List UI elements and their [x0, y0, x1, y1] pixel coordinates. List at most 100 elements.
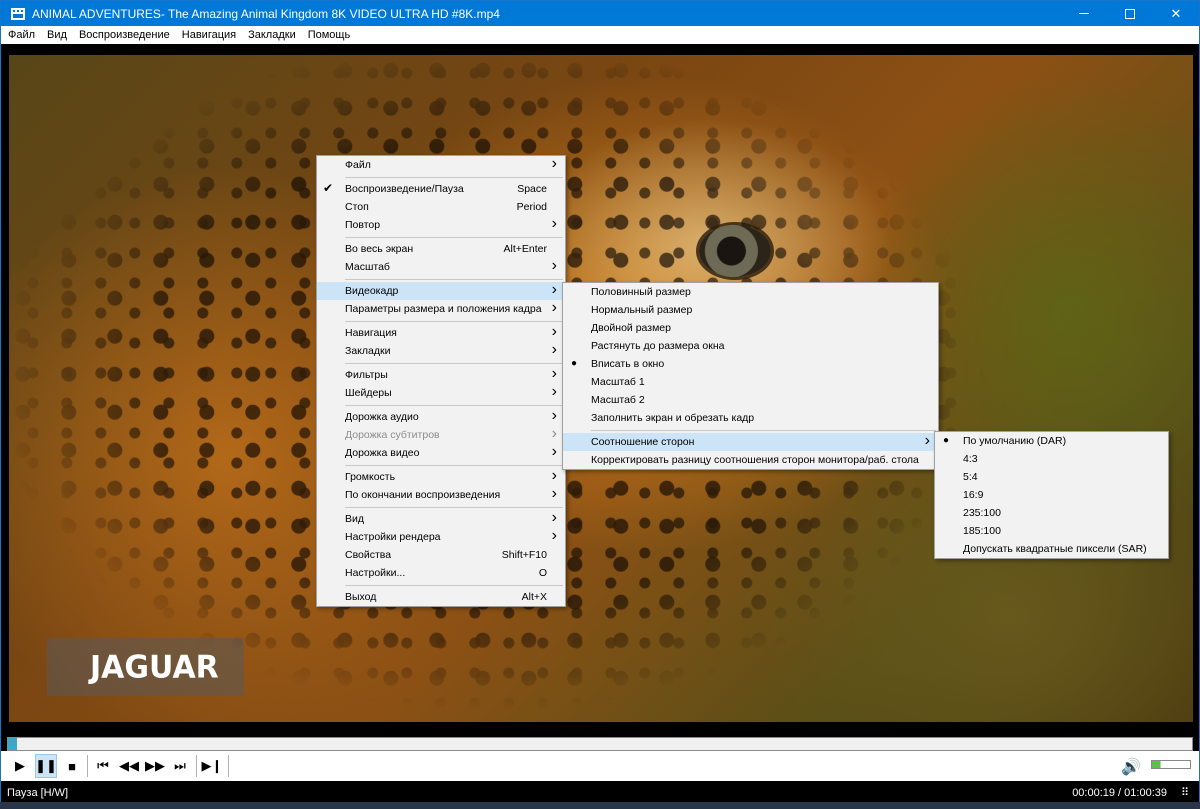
close-icon: ✕ [1170, 5, 1182, 21]
main-menu-item-30[interactable]: Выход Alt+X [317, 588, 565, 606]
aspect-menu-item-0[interactable]: ● По умолчанию (DAR) [935, 432, 1168, 450]
checkmark-icon: ✔ [323, 181, 334, 195]
main-menu-item-20[interactable]: Дорожка видео › [317, 443, 565, 462]
main-menu-item-6[interactable]: Во весь экран Alt+Enter [317, 240, 565, 258]
aspect-menu-item-3[interactable]: 16:9 [935, 486, 1168, 504]
menu-1[interactable]: Вид [47, 29, 73, 41]
menu-item-label: Свойства [345, 549, 392, 561]
main-menu-item-22[interactable]: Громкость › [317, 467, 565, 486]
menu-item-label: Масштаб 1 [591, 376, 645, 388]
main-menu-item-15[interactable]: Фильтры › [317, 365, 565, 384]
maximize-button[interactable] [1107, 1, 1153, 26]
main-menu-item-4[interactable]: Повтор › [317, 215, 565, 234]
menu-0[interactable]: Файл [8, 29, 41, 41]
clapperboard-icon [11, 7, 25, 20]
separator [87, 755, 88, 777]
menu-item-shortcut: Alt+X [521, 591, 547, 603]
close-button[interactable]: ✕ [1153, 1, 1199, 26]
menu-item-shortcut: Period [516, 201, 547, 213]
aspect-menu-item-4[interactable]: 235:100 [935, 504, 1168, 522]
menu-4[interactable]: Закладки [248, 29, 302, 41]
resize-grip-icon[interactable]: ⠿ [1181, 786, 1189, 799]
chevron-right-icon: › [551, 383, 557, 400]
main-menu-item-19: Дорожка субтитров › [317, 425, 565, 444]
volume-slider[interactable] [1151, 760, 1191, 769]
seek-bar[interactable] [7, 737, 1193, 751]
menu-item-label: Дорожка субтитров [345, 429, 440, 441]
menu-item-label: Закладки [345, 345, 391, 357]
main-menu-item-12[interactable]: Навигация › [317, 323, 565, 342]
menu-item-label: Вид [345, 513, 364, 525]
video-menu-item-9[interactable]: Соотношение сторон › [563, 432, 938, 451]
video-menu-item-7[interactable]: Заполнить экран и обрезать кадр [563, 409, 938, 427]
video-menu-item-5[interactable]: Масштаб 1 [563, 373, 938, 391]
chevron-right-icon: › [551, 485, 557, 502]
menu-item-label: 235:100 [963, 507, 1001, 519]
main-menu-item-3[interactable]: Стоп Period [317, 198, 565, 216]
menu-item-label: Масштаб 2 [591, 394, 645, 406]
menu-bar: Файл Вид Воспроизведение Навигация Закладки П… [1, 26, 1199, 44]
main-menu-item-23[interactable]: По окончании воспроизведения › [317, 485, 565, 504]
chevron-right-icon: › [551, 215, 557, 232]
previous-button[interactable]: ⏮ [92, 754, 114, 778]
menu-item-label: Шейдеры [345, 387, 392, 399]
aspect-menu-item-6[interactable]: Допускать квадратные пиксели (SAR) [935, 540, 1168, 558]
menu-3[interactable]: Навигация [182, 29, 242, 41]
stop-button[interactable]: ■ [61, 754, 83, 778]
main-menu-item-16[interactable]: Шейдеры › [317, 383, 565, 402]
menu-item-label: По умолчанию (DAR) [963, 435, 1067, 447]
speaker-icon[interactable]: 🔊 [1121, 757, 1141, 777]
aspect-menu-item-5[interactable]: 185:100 [935, 522, 1168, 540]
frame-step-button[interactable]: ▶❙ [201, 754, 223, 778]
menu-item-label: Масштаб [345, 261, 390, 273]
video-menu-item-0[interactable]: Половинный размер [563, 283, 938, 301]
pause-icon: ❚❚ [35, 758, 57, 773]
main-menu-item-10[interactable]: Параметры размера и положения кадра › [317, 299, 565, 318]
menu-item-label: Параметры размера и положения кадра [345, 303, 542, 315]
menu-5[interactable]: Помощь [308, 29, 357, 41]
stop-icon: ■ [68, 758, 76, 774]
aspect-menu-item-1[interactable]: 4:3 [935, 450, 1168, 468]
menu-item-label: Дорожка видео [345, 447, 420, 459]
aspect-menu-item-2[interactable]: 5:4 [935, 468, 1168, 486]
rewind-button[interactable]: ◀◀ [118, 754, 140, 778]
menu-item-label: Соотношение сторон [591, 436, 695, 448]
menu-item-label: Заполнить экран и обрезать кадр [591, 412, 755, 424]
video-menu-item-2[interactable]: Двойной размер [563, 319, 938, 337]
aspect-ratio-submenu: ● По умолчанию (DAR) 4:3 5:4 16:9 235:100 185:… [934, 431, 1169, 559]
main-menu-item-13[interactable]: Закладки › [317, 341, 565, 360]
menu-item-label: 185:100 [963, 525, 1001, 537]
main-menu-item-28[interactable]: Настройки... O [317, 564, 565, 582]
menu-item-label: Дорожка аудио [345, 411, 419, 423]
status-bar: Пауза [H/W] 00:00:19 / 01:00:39 ⠿ [1, 783, 1199, 803]
jaguar-eye [699, 225, 771, 277]
main-menu-item-27[interactable]: Свойства Shift+F10 [317, 546, 565, 564]
title-bar[interactable]: ANIMAL ADVENTURES- The Amazing Animal Ki… [1, 1, 1199, 26]
playback-state: Пауза [H/W] [7, 787, 69, 799]
main-menu-item-18[interactable]: Дорожка аудио › [317, 407, 565, 426]
minimize-button[interactable] [1061, 1, 1107, 26]
main-menu-item-2[interactable]: ✔ Воспроизведение/Пауза Space [317, 180, 565, 198]
main-menu-item-25[interactable]: Вид › [317, 509, 565, 528]
next-button[interactable]: ⏭ [169, 754, 191, 778]
menu-item-label: Половинный размер [591, 286, 691, 298]
menu-item-label: Стоп [345, 201, 369, 213]
main-menu-item-0[interactable]: Файл › [317, 155, 565, 174]
main-menu-item-26[interactable]: Настройки рендера › [317, 527, 565, 546]
main-menu-item-9[interactable]: Видеокадр › [317, 281, 565, 300]
separator [196, 755, 197, 777]
fast-forward-icon: ▶▶ [145, 758, 165, 773]
main-menu-item-7[interactable]: Масштаб › [317, 257, 565, 276]
video-menu-item-1[interactable]: Нормальный размер [563, 301, 938, 319]
video-caption: JAGUAR [47, 638, 244, 696]
video-menu-item-10[interactable]: Корректировать разницу соотношения сторо… [563, 451, 938, 469]
menu-2[interactable]: Воспроизведение [79, 29, 176, 41]
context-menu: Файл › ✔ Воспроизведение/Пауза Space Стоп Peri… [316, 155, 566, 607]
play-button[interactable]: ▶ [9, 754, 31, 778]
chevron-right-icon: › [551, 509, 557, 526]
video-menu-item-3[interactable]: Растянуть до размера окна [563, 337, 938, 355]
video-menu-item-4[interactable]: ● Вписать в окно [563, 355, 938, 373]
forward-button[interactable]: ▶▶ [144, 754, 166, 778]
pause-button[interactable]: ❚❚ [35, 754, 57, 778]
video-menu-item-6[interactable]: Масштаб 2 [563, 391, 938, 409]
